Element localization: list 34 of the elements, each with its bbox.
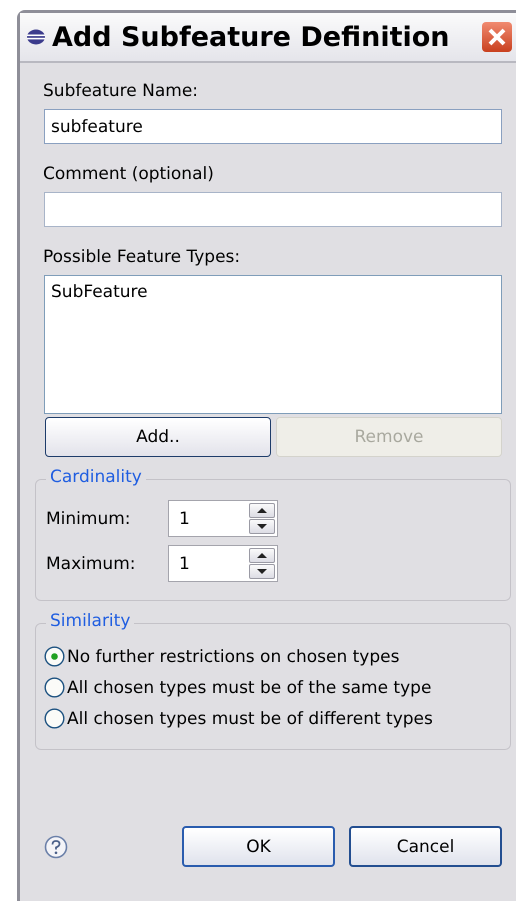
- group-title: Similarity: [46, 611, 134, 631]
- spinner-label: Maximum:: [46, 554, 136, 574]
- field-label: Comment (optional): [43, 164, 215, 184]
- increment-button[interactable]: [249, 548, 275, 563]
- decrement-button[interactable]: [249, 564, 275, 579]
- up-arrow-icon: [256, 552, 268, 559]
- down-arrow-icon: [256, 568, 268, 575]
- radio-button[interactable]: [44, 646, 65, 667]
- close-icon: [487, 27, 507, 47]
- text-field[interactable]: subfeature: [44, 109, 502, 144]
- radio-button[interactable]: [44, 708, 65, 729]
- down-arrow-icon: [256, 523, 268, 530]
- window-title: Add Subfeature Definition: [52, 22, 450, 52]
- radio-label: All chosen types must be of the same type: [67, 678, 432, 698]
- text-field[interactable]: [44, 192, 502, 227]
- add-button[interactable]: Add..: [45, 417, 271, 457]
- app-icon: [26, 29, 46, 45]
- number-spinner[interactable]: 1: [168, 545, 278, 582]
- decrement-button[interactable]: [249, 519, 275, 534]
- increment-button[interactable]: [249, 503, 275, 518]
- cancel-button[interactable]: Cancel: [349, 826, 502, 867]
- group-title: Cardinality: [46, 467, 146, 487]
- list-item[interactable]: SubFeature: [51, 282, 495, 302]
- radio-label: All chosen types must be of different types: [67, 708, 433, 728]
- list-label: Possible Feature Types:: [43, 247, 242, 267]
- up-arrow-icon: [256, 507, 268, 514]
- field-label: Subfeature Name:: [43, 81, 200, 101]
- spinner-label: Minimum:: [46, 508, 132, 528]
- help-icon[interactable]: [44, 834, 68, 858]
- number-spinner[interactable]: 1: [168, 500, 278, 537]
- close-button[interactable]: [482, 22, 512, 52]
- ok-button[interactable]: OK: [182, 826, 335, 867]
- radio-button[interactable]: [44, 677, 65, 698]
- radio-label: No further restrictions on chosen types: [67, 646, 400, 666]
